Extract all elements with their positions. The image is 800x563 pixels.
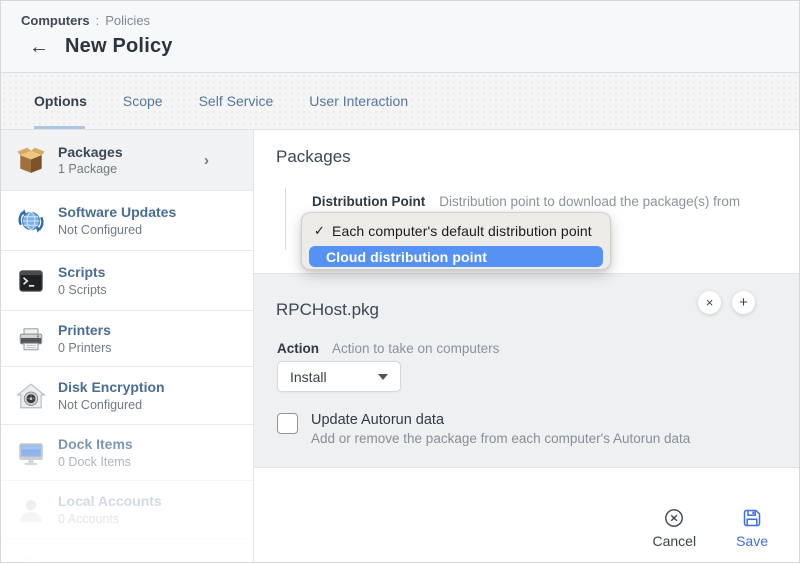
new-policy-window: Computers: Policies ← New Policy Options …: [0, 0, 800, 563]
tab-options[interactable]: Options: [34, 93, 87, 109]
footer-actions: Cancel Save: [652, 508, 768, 549]
action-select-value: Install: [290, 369, 327, 385]
tab-scope[interactable]: Scope: [123, 93, 163, 109]
cancel-circle-icon: [664, 508, 684, 528]
chevron-down-icon: [378, 374, 388, 380]
main-content: Packages Distribution Point Distribution…: [254, 130, 799, 562]
sidebar-item-sublabel: 0 Dock Items: [58, 455, 133, 469]
software-updates-globe-icon: [16, 206, 46, 236]
sidebar-item-disk-encryption[interactable]: Disk Encryption Not Configured: [1, 367, 253, 425]
sidebar-item-local-accounts[interactable]: Local Accounts 0 Accounts: [1, 481, 253, 539]
options-sidebar: Packages 1 Package › Software Updates Not …: [1, 130, 254, 562]
user-icon: [16, 553, 46, 562]
cancel-button[interactable]: Cancel: [652, 508, 696, 549]
sidebar-item-packages[interactable]: Packages 1 Package ›: [1, 130, 253, 191]
add-package-button[interactable]: +: [732, 291, 755, 314]
page-header: Computers: Policies ← New Policy: [1, 1, 799, 73]
section-title: Packages: [276, 147, 351, 167]
chevron-right-icon: ›: [204, 152, 209, 169]
remove-package-button[interactable]: ×: [698, 291, 721, 314]
printer-icon: [16, 324, 46, 354]
page-title: New Policy: [65, 35, 173, 58]
distribution-point-label: Distribution Point: [312, 194, 425, 209]
package-name: RPCHost.pkg: [276, 300, 379, 320]
breadcrumb-policies[interactable]: Policies: [105, 13, 150, 28]
tab-self-service[interactable]: Self Service: [199, 93, 274, 109]
sidebar-item-label: Printers: [58, 322, 112, 338]
update-autorun-checkbox[interactable]: [277, 413, 298, 434]
breadcrumb-computers[interactable]: Computers: [21, 13, 90, 28]
sidebar-item-sublabel: Not Configured: [58, 223, 176, 237]
active-tab-underline: [34, 126, 85, 129]
save-button[interactable]: Save: [736, 508, 768, 549]
sidebar-item-sublabel: Not Configured: [58, 398, 165, 412]
sidebar-item-label: Disk Encryption: [58, 379, 165, 395]
sidebar-item-scripts[interactable]: Scripts 0 Scripts: [1, 251, 253, 311]
action-select[interactable]: Install: [277, 361, 401, 392]
terminal-icon: [16, 266, 46, 296]
sidebar-item-management-accounts[interactable]: Management Accounts: [1, 539, 253, 562]
sidebar-item-dock-items[interactable]: Dock Items 0 Dock Items: [1, 425, 253, 481]
update-autorun-label: Update Autorun data: [311, 412, 690, 428]
sidebar-item-sublabel: 0 Scripts: [58, 283, 107, 297]
sidebar-item-software-updates[interactable]: Software Updates Not Configured: [1, 191, 253, 251]
distribution-point-description: Distribution point to download the packa…: [439, 194, 740, 209]
dropdown-option-cloud-distribution[interactable]: Cloud distribution point: [309, 246, 603, 267]
save-floppy-icon: [742, 508, 762, 528]
sidebar-item-sublabel: 1 Package: [58, 162, 123, 176]
filevault-house-icon: [16, 381, 46, 411]
package-box-icon: [16, 145, 46, 175]
sidebar-item-printers[interactable]: Printers 0 Printers: [1, 311, 253, 367]
update-autorun-description: Add or remove the package from each comp…: [311, 431, 690, 446]
dropdown-option-default-distribution[interactable]: ✓ Each computer's default distribution p…: [302, 218, 610, 244]
breadcrumb-separator: :: [96, 13, 100, 28]
package-detail-section: RPCHost.pkg × + Action Action to take on…: [254, 273, 799, 468]
sidebar-item-label: Dock Items: [58, 436, 133, 452]
breadcrumb: Computers: Policies: [21, 13, 150, 28]
sidebar-item-label: Software Updates: [58, 204, 176, 220]
sidebar-item-sublabel: 0 Printers: [58, 341, 112, 355]
checkmark-icon: ✓: [314, 223, 332, 239]
action-label: Action: [277, 341, 319, 356]
sidebar-item-label: Packages: [58, 144, 123, 160]
sidebar-item-sublabel: 0 Accounts: [58, 512, 162, 526]
tab-user-interaction[interactable]: User Interaction: [309, 93, 408, 109]
back-arrow-icon[interactable]: ←: [29, 37, 49, 57]
sidebar-item-label: Management Accounts: [58, 560, 211, 562]
field-group-rule: [285, 188, 286, 250]
user-icon: [16, 495, 46, 525]
tab-bar: Options Scope Self Service User Interact…: [1, 73, 799, 130]
monitor-icon: [16, 438, 46, 468]
action-description: Action to take on computers: [332, 341, 499, 356]
sidebar-item-label: Scripts: [58, 264, 107, 280]
sidebar-item-label: Local Accounts: [58, 493, 162, 509]
distribution-point-dropdown-menu: ✓ Each computer's default distribution p…: [301, 212, 611, 270]
